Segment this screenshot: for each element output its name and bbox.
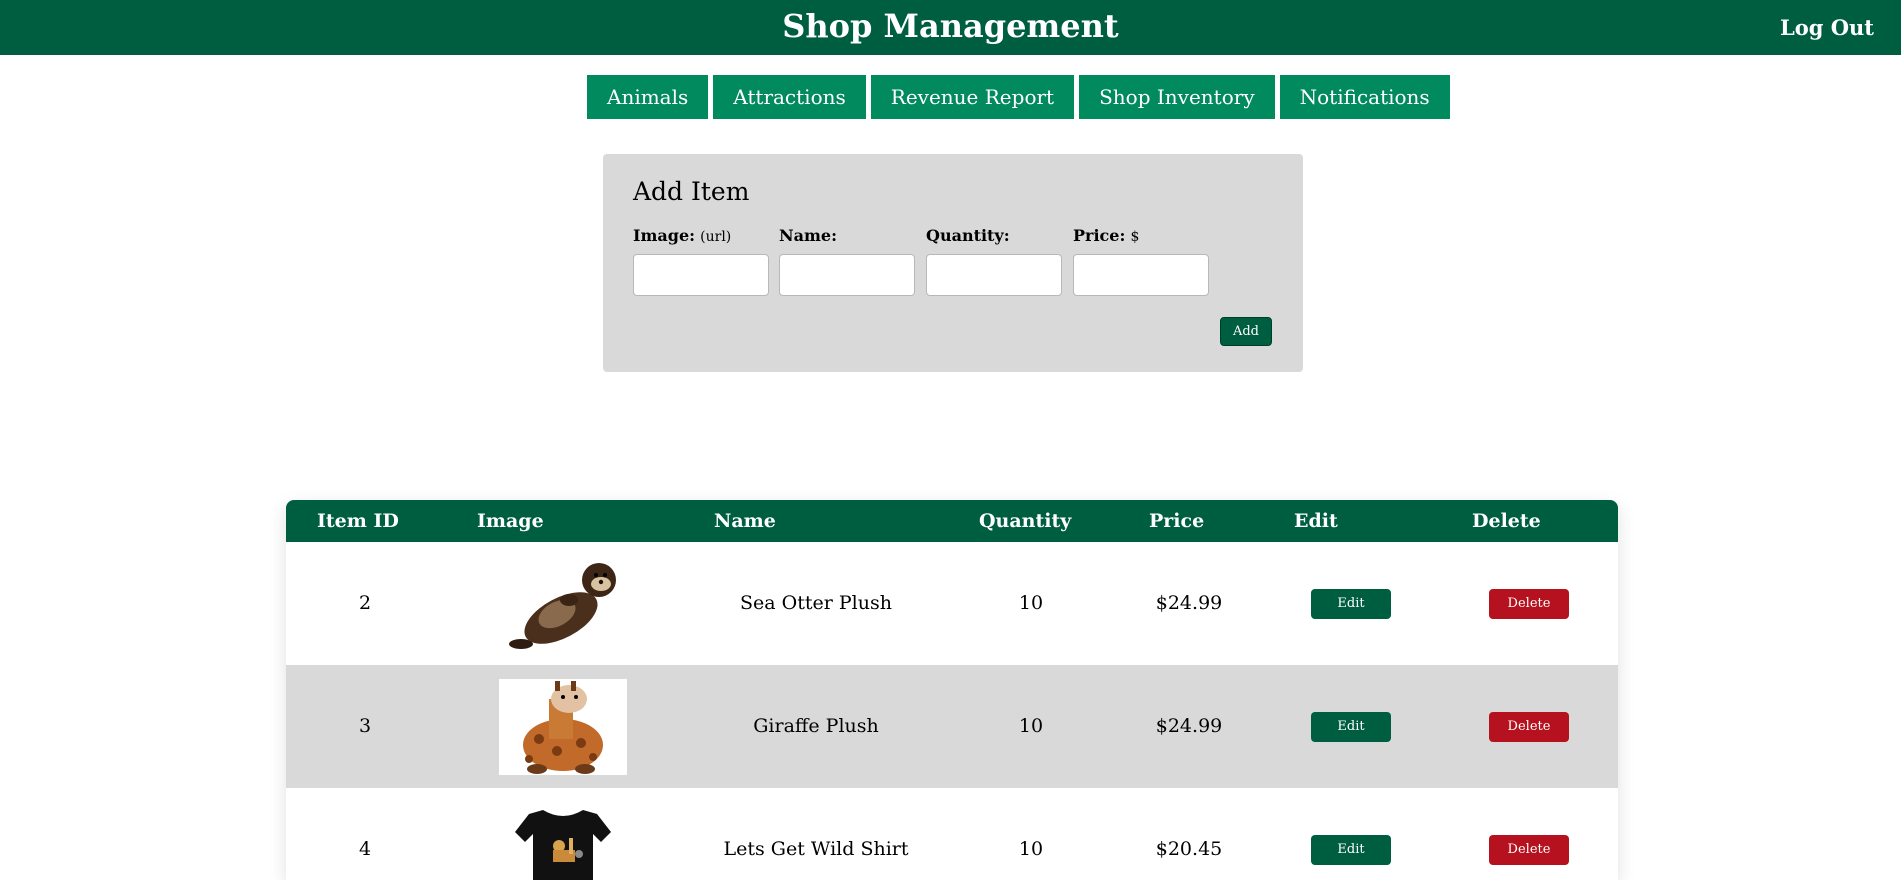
giraffe-plush-image [499,679,627,775]
page-title: Shop Management [782,7,1119,45]
header-name: Name [714,510,776,532]
item-price: $20.45 [1155,838,1223,860]
edit-button[interactable]: Edit [1311,589,1391,619]
header-item-id: Item ID [317,510,399,532]
delete-button[interactable]: Delete [1489,712,1569,742]
name-field: Name: [779,226,917,296]
price-field: Price: $ [1073,226,1211,296]
image-url-input[interactable] [633,254,769,296]
item-quantity: 10 [1018,592,1044,614]
name-input[interactable] [779,254,915,296]
add-item-heading: Add Item [633,177,750,206]
header-quantity: Quantity [979,510,1072,532]
item-name: Sea Otter Plush [740,592,892,614]
price-label-hint: $ [1130,229,1140,245]
header-price: Price [1149,510,1205,532]
price-field-label: Price: $ [1073,226,1211,246]
edit-button[interactable]: Edit [1311,835,1391,865]
edit-button[interactable]: Edit [1311,712,1391,742]
quantity-input[interactable] [926,254,1062,296]
top-bar: Shop Management Log Out [0,0,1901,55]
delete-button[interactable]: Delete [1489,589,1569,619]
item-quantity: 10 [1018,715,1044,737]
table-row: 3 Giraffe Plush 10 $24.99 Edit Delete [286,665,1618,788]
name-label-text: Name: [779,226,838,245]
header-delete: Delete [1472,510,1541,532]
item-name: Giraffe Plush [753,715,879,737]
quantity-field-label: Quantity: [926,226,1064,246]
image-field: Image: (url) [633,226,771,296]
inventory-table: Item ID Image Name Quantity Price Edit D… [286,500,1618,880]
price-label-text: Price: [1073,226,1126,245]
tab-notifications[interactable]: Notifications [1279,75,1450,119]
header-edit: Edit [1294,510,1338,532]
table-header: Item ID Image Name Quantity Price Edit D… [286,500,1618,542]
quantity-label-text: Quantity: [926,226,1010,245]
header-image: Image [477,510,544,532]
item-price: $24.99 [1155,592,1223,614]
wild-shirt-image [515,810,611,880]
image-field-label: Image: (url) [633,226,771,246]
name-field-label: Name: [779,226,917,246]
sea-otter-plush-image [509,563,616,649]
item-price: $24.99 [1155,715,1223,737]
image-label-text: Image: [633,226,696,245]
price-input[interactable] [1073,254,1209,296]
logout-button[interactable]: Log Out [1780,0,1874,55]
tab-animals[interactable]: Animals [587,75,709,119]
quantity-field: Quantity: [926,226,1064,296]
tab-revenue-report[interactable]: Revenue Report [870,75,1075,119]
tab-shop-inventory[interactable]: Shop Inventory [1079,75,1275,119]
add-item-panel: Add Item Image: (url) Name: Quantity: Pr… [603,154,1303,372]
nav-tabs: Animals Attractions Revenue Report Shop … [587,75,1450,119]
table-row: 2 Sea Otter Plush 10 $24.99 Edit Delete [286,542,1618,665]
tab-attractions[interactable]: Attractions [713,75,866,119]
item-id: 4 [358,838,372,860]
item-id: 3 [358,715,372,737]
item-id: 2 [358,592,372,614]
image-label-hint: (url) [700,229,732,245]
add-item-button[interactable]: Add [1220,317,1272,346]
delete-button[interactable]: Delete [1489,835,1569,865]
item-quantity: 10 [1018,838,1044,860]
item-name: Lets Get Wild Shirt [723,838,909,860]
table-row: 4 Lets Get Wild Shirt 10 $20.45 Edit Del… [286,788,1618,880]
